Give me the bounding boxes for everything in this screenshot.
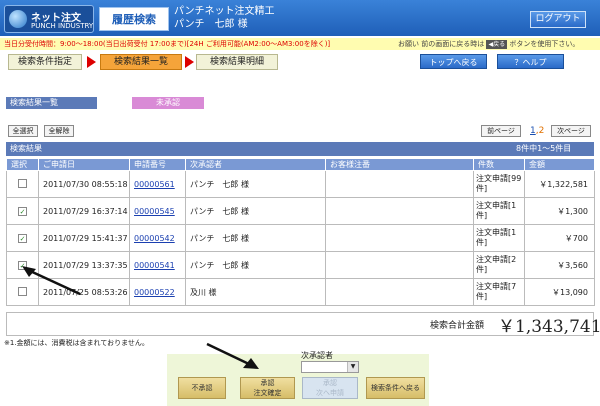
cell-order — [325, 170, 474, 198]
cell-qty: 注文申請[99件] — [473, 170, 525, 198]
help-button[interactable]: ？ヘルプ — [497, 54, 564, 69]
col-approver: 次承認者 — [185, 158, 326, 171]
table-row[interactable]: 2011/07/30 08:55:18 00000561 パンチ 七郎 様 注文… — [6, 170, 595, 198]
cell-amount: ￥1,300 — [524, 197, 595, 225]
pointer-arrow-icon — [206, 342, 259, 369]
notice-bar: 当日分受付時間：9:00～18:00(当日出荷受付 17:00まで)[24H ご… — [0, 38, 600, 50]
approve-label: 承認 — [260, 379, 275, 387]
table-row[interactable]: ✓ 2011/07/29 15:41:37 00000542 パンチ 七郎 様 … — [6, 224, 595, 252]
cell-approver: パンチ 七郎 様 — [185, 224, 326, 252]
section-title: 検索結果一覧 — [6, 97, 97, 109]
back-notice-post: ボタンを使用下さい。 — [509, 40, 580, 48]
row-checkbox[interactable]: ✓ — [18, 233, 27, 243]
cell-qty: 注文申請[2件] — [473, 251, 525, 279]
cell-approver: 及川 様 — [185, 278, 326, 306]
col-qty: 件数 — [473, 158, 525, 171]
col-order: お客様注番 — [325, 158, 474, 171]
tax-note: ※1.金額には、消費税は含まれておりません。 — [4, 339, 149, 347]
step-search-criteria[interactable]: 検索条件指定 — [8, 54, 82, 70]
top-button[interactable]: トップへ戻る — [420, 54, 487, 69]
col-amount: 金額 — [524, 158, 595, 171]
table-row[interactable]: ✓ 2011/07/29 13:37:35 00000541 パンチ 七郎 様 … — [6, 251, 595, 279]
cell-order — [325, 251, 474, 279]
back-to-search-button[interactable]: 検索条件へ戻る — [366, 377, 425, 399]
next-approver-select[interactable]: ▼ — [301, 361, 359, 373]
table-header-row: 選択 ご申請日 申請番号 次承認者 お客様注番 件数 金額 — [6, 158, 595, 171]
pagination: 1,2 — [530, 126, 545, 136]
step-search-results[interactable]: 検索結果一覧 — [100, 54, 182, 70]
cell-date: 2011/07/29 15:41:37 — [38, 224, 130, 252]
back-notice: お願い 前の画面に戻る時は ◀戻る ボタンを使用下さい。 — [398, 38, 579, 50]
results-bar: 検索結果 8件中1～5件目 — [6, 142, 594, 156]
cell-approver: パンチ 七郎 様 — [185, 170, 326, 198]
company-info: パンチネット注文精工 パンチ 七郎 様 — [174, 5, 275, 31]
step-search-detail[interactable]: 検索結果明細 — [196, 54, 278, 70]
results-label: 検索結果 — [10, 144, 42, 153]
cell-date: 2011/07/30 08:55:18 — [38, 170, 130, 198]
cell-order — [325, 278, 474, 306]
company-name: パンチネット注文精工 — [174, 6, 275, 17]
history-search-tab[interactable]: 履歴検索 — [99, 7, 169, 31]
total-value: ￥1,343,741 — [498, 317, 600, 337]
cell-date: 2011/07/29 16:37:14 — [38, 197, 130, 225]
page-2-current: 2 — [538, 126, 545, 136]
cell-number-link[interactable]: 00000541 — [129, 251, 186, 279]
approve-next-button: 承認 次へ申請 — [302, 377, 358, 399]
cell-amount: ￥1,322,581 — [524, 170, 595, 198]
approve-confirm-button[interactable]: 承認 注文確定 — [240, 377, 295, 399]
cell-qty: 注文申請[1件] — [473, 197, 525, 225]
total-label: 検索合計金額 — [430, 321, 485, 331]
row-checkbox[interactable]: ✓ — [18, 206, 27, 216]
step-arrow-icon — [87, 56, 96, 68]
back-label: ◀戻る — [486, 40, 508, 49]
page-1-link[interactable]: 1 — [530, 126, 536, 136]
cell-number-link[interactable]: 00000542 — [129, 224, 186, 252]
approve-next-sublabel: 次へ申請 — [316, 389, 344, 397]
cell-approver: パンチ 七郎 様 — [185, 197, 326, 225]
results-count: 8件中1～5件目 — [516, 144, 572, 153]
cell-qty: 注文申請[7件] — [473, 278, 525, 306]
cell-order — [325, 197, 474, 225]
cell-qty: 注文申請[1件] — [473, 224, 525, 252]
globe-icon — [9, 10, 27, 28]
col-date: ご申請日 — [38, 158, 130, 171]
brand-logo[interactable]: ネット注文 PUNCH INDUSTRY — [4, 5, 94, 33]
col-select: 選択 — [6, 158, 39, 171]
back-notice-pre: お願い 前の画面に戻る時は — [398, 40, 485, 48]
hours-notice: 当日分受付時間：9:00～18:00(当日出荷受付 17:00まで)[24H ご… — [4, 40, 331, 48]
deselect-all-button[interactable]: 全解除 — [44, 125, 74, 137]
cell-amount: ￥700 — [524, 224, 595, 252]
logout-button[interactable]: ログアウト — [530, 11, 586, 28]
table-row[interactable]: ✓ 2011/07/29 16:37:14 00000545 パンチ 七郎 様 … — [6, 197, 595, 225]
row-checkbox[interactable] — [18, 178, 27, 188]
approve-sublabel: 注文確定 — [253, 389, 282, 397]
cell-amount: ￥3,560 — [524, 251, 595, 279]
results-table: 選択 ご申請日 申請番号 次承認者 お客様注番 件数 金額 2011/07/30… — [6, 158, 595, 306]
chevron-down-icon: ▼ — [347, 362, 358, 372]
step-arrow-icon — [185, 56, 194, 68]
pointer-arrow-icon — [22, 266, 81, 296]
cell-amount: ￥13,090 — [524, 278, 595, 306]
cell-number-link[interactable]: 00000561 — [129, 170, 186, 198]
next-approver-label: 次承認者 — [301, 351, 333, 360]
user-name: パンチ 七郎 様 — [174, 19, 248, 30]
cell-order — [325, 224, 474, 252]
approve-next-label: 承認 — [323, 379, 337, 387]
next-page-button[interactable]: 次ページ — [551, 125, 591, 137]
pending-tab[interactable]: 未承認 — [132, 97, 204, 109]
cell-number-link[interactable]: 00000522 — [129, 278, 186, 306]
select-all-button[interactable]: 全選択 — [8, 125, 38, 137]
cell-number-link[interactable]: 00000545 — [129, 197, 186, 225]
cell-approver: パンチ 七郎 様 — [185, 251, 326, 279]
col-number: 申請番号 — [129, 158, 186, 171]
logo-subtitle: PUNCH INDUSTRY — [31, 22, 94, 30]
app-header: ネット注文 PUNCH INDUSTRY 履歴検索 パンチネット注文精工 パンチ… — [0, 0, 600, 36]
reject-button[interactable]: 不承認 — [178, 377, 226, 399]
prev-page-button[interactable]: 前ページ — [481, 125, 521, 137]
table-row[interactable]: 2011/07/25 08:53:26 00000522 及川 様 注文申請[7… — [6, 278, 595, 306]
